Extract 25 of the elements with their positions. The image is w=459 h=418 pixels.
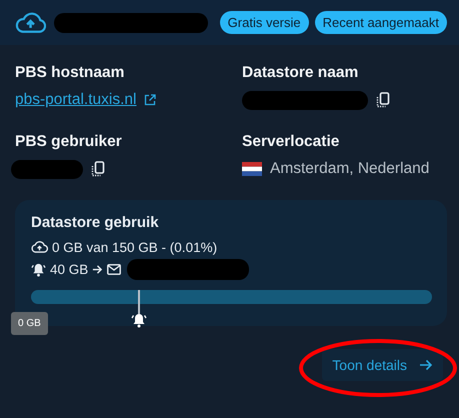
field-label: PBS hostnaam	[15, 64, 126, 82]
cloud-upload-icon	[31, 241, 48, 253]
field-label: Serverlocatie	[242, 133, 340, 151]
field-label: Datastore naam	[242, 64, 360, 82]
usage-summary: 0 GB van 150 GB - (0.01%)	[52, 240, 218, 254]
alert-threshold: 40 GB	[50, 262, 88, 276]
field-label: PBS gebruiker	[15, 133, 123, 151]
details-button[interactable]: Toon details	[322, 349, 443, 381]
value-tooltip: 0 GB	[11, 312, 48, 335]
card-title: Datastore gebruik	[31, 214, 160, 231]
status-badge: Recent aangemaakt	[314, 11, 447, 34]
copy-icon[interactable]	[376, 92, 390, 108]
cloud-upload-icon	[15, 10, 46, 34]
hostname-link[interactable]: pbs-portal.tuxis.nl	[15, 91, 136, 109]
copy-icon[interactable]	[91, 161, 105, 177]
bell-icon	[131, 312, 148, 328]
arrow-right-icon	[92, 264, 104, 274]
location-text: Amsterdam, Nederland	[270, 160, 430, 178]
arrow-right-icon	[419, 358, 433, 372]
flag-icon	[242, 162, 262, 176]
redaction-bar	[11, 160, 83, 178]
mail-icon	[107, 264, 122, 274]
bell-icon	[31, 262, 46, 276]
external-link-icon[interactable]	[144, 94, 156, 106]
status-badge: Gratis versie	[220, 11, 309, 34]
